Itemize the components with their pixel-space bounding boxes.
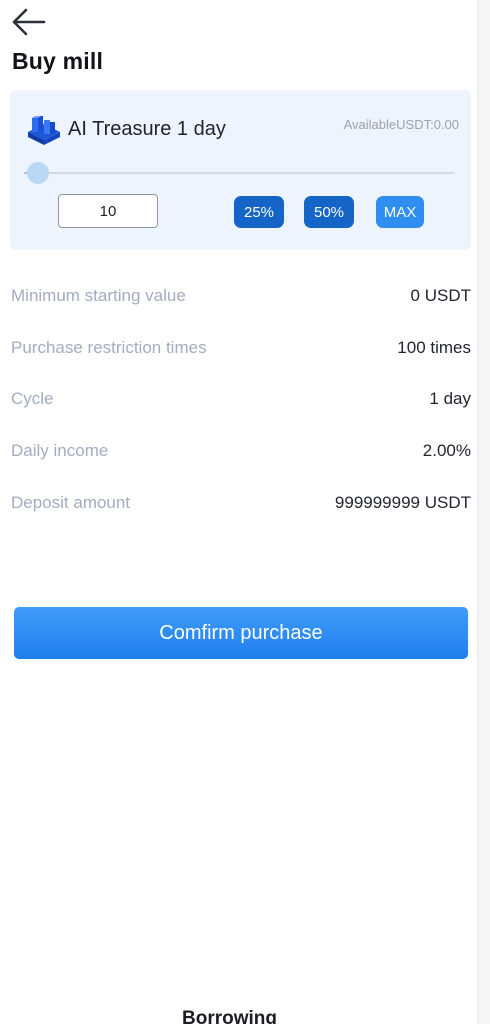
detail-row-deposit-amount: Deposit amount 999999999 USDT [11, 491, 471, 515]
slider-thumb[interactable] [27, 162, 49, 184]
back-button[interactable] [6, 4, 50, 40]
percent-25-button[interactable]: 25% [234, 196, 284, 228]
max-button[interactable]: MAX [376, 196, 424, 228]
detail-row-daily-income: Daily income 2.00% [11, 439, 471, 463]
detail-value: 2.00% [422, 441, 471, 460]
page: Buy mill AI Treasure 1 day AvailableUSDT… [0, 0, 478, 1024]
amount-input[interactable] [58, 194, 158, 228]
percent-50-button[interactable]: 50% [304, 196, 354, 228]
bottom-nav-borrowing[interactable]: Borrowing [182, 1010, 277, 1024]
arrow-left-icon [12, 8, 46, 36]
detail-value: 999999999 USDT [334, 493, 471, 512]
available-balance: AvailableUSDT:0.00 [343, 117, 459, 132]
product-name: AI Treasure 1 day [68, 118, 226, 140]
detail-row-cycle: Cycle 1 day [11, 387, 471, 411]
detail-label: Deposit amount [11, 493, 131, 512]
detail-value: 100 times [397, 338, 471, 357]
confirm-purchase-button[interactable]: Comfirm purchase [14, 607, 468, 659]
slider-track [24, 172, 454, 174]
scroll-edge [477, 0, 490, 1024]
detail-label: Cycle [11, 389, 54, 408]
detail-label: Minimum starting value [11, 286, 186, 305]
detail-value: 0 USDT [410, 286, 471, 305]
page-title: Buy mill [12, 48, 104, 74]
amount-slider[interactable] [18, 162, 454, 184]
detail-label: Purchase restriction times [11, 338, 207, 357]
product-card: AI Treasure 1 day AvailableUSDT:0.00 25%… [10, 90, 471, 250]
detail-row-purchase-restriction: Purchase restriction times 100 times [11, 336, 471, 360]
detail-value: 1 day [429, 389, 471, 408]
mill-cube-icon [28, 116, 60, 145]
detail-label: Daily income [11, 441, 109, 460]
detail-row-minimum-starting-value: Minimum starting value 0 USDT [11, 284, 471, 308]
